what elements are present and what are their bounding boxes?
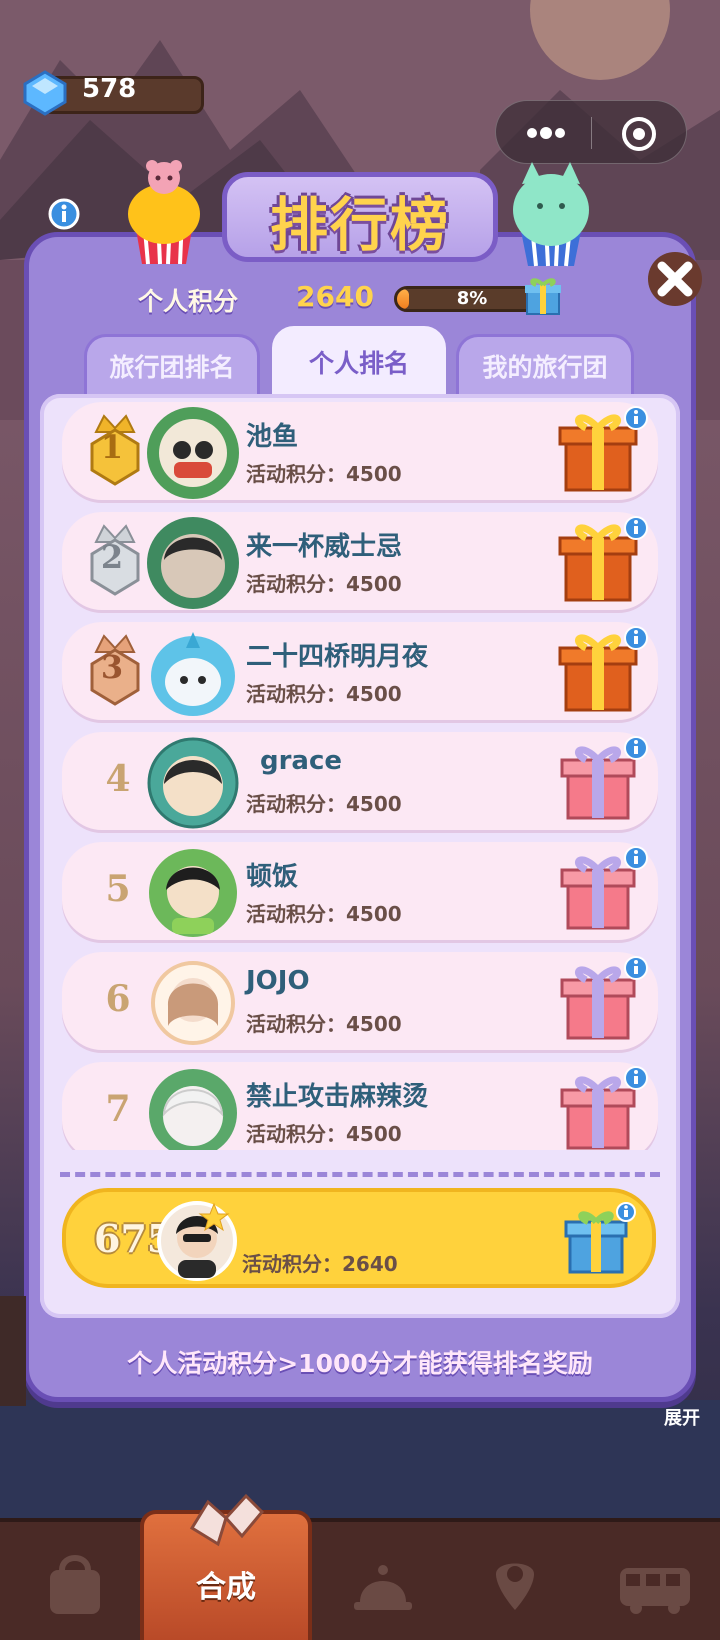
close-icon[interactable] — [646, 250, 704, 308]
page-title: 排行榜 — [269, 191, 450, 259]
ranking-row[interactable]: 4 grace 活动积分：4500 — [62, 732, 658, 830]
avatar[interactable] — [146, 1066, 240, 1150]
my-avatar[interactable] — [156, 1200, 238, 1282]
info-icon[interactable] — [48, 198, 80, 230]
expand-label[interactable]: 展开 — [664, 1404, 700, 1430]
tab-my-team[interactable]: 我的旅行团 — [456, 334, 634, 398]
personal-score-value: 2640 — [296, 280, 374, 313]
cupcake-cat-icon — [513, 162, 589, 267]
player-name: grace — [260, 746, 343, 776]
player-score: 活动积分：4500 — [246, 792, 402, 816]
my-score: 活动积分：2640 — [242, 1252, 398, 1276]
rank-number: 7 — [105, 1088, 131, 1130]
player-name: 顿饭 — [246, 862, 299, 892]
ranking-row[interactable]: 5 顿饭 活动积分：4500 — [62, 842, 658, 940]
nav-compose-label: 合成 — [196, 1570, 256, 1605]
more-icon[interactable] — [524, 123, 568, 143]
my-ranking-row[interactable]: 6755 活动积分：2640 — [62, 1188, 656, 1288]
reward-rule-note: 个人活动积分>1000分才能获得排名奖励 — [127, 1349, 593, 1378]
tab-team-ranking[interactable]: 旅行团排名 — [84, 334, 260, 398]
diamond-icon — [23, 70, 67, 116]
player-score: 活动积分：4500 — [246, 572, 402, 596]
player-name: JOJO — [246, 966, 310, 996]
miniprogram-capsule — [495, 100, 687, 164]
player-score: 活动积分：4500 — [246, 1012, 402, 1036]
ranking-row[interactable]: 1 池鱼 活动积分：4500 — [62, 402, 658, 500]
tab-personal-ranking[interactable]: 个人排名 — [272, 326, 446, 398]
background-shop-sign — [0, 1296, 26, 1406]
player-score: 活动积分：4500 — [246, 682, 402, 706]
my-reward-gift-icon[interactable] — [560, 1202, 636, 1278]
reward-gift-icon[interactable] — [552, 406, 648, 496]
player-name: 池鱼 — [246, 422, 299, 452]
reward-gift-icon[interactable] — [552, 736, 648, 826]
reward-gift-icon[interactable] — [552, 1066, 648, 1150]
reward-gift-icon[interactable] — [552, 516, 648, 606]
rank-number: 2 — [100, 538, 124, 576]
reward-gift-icon[interactable] — [552, 956, 648, 1046]
nav-bell-icon[interactable] — [338, 1540, 428, 1630]
gem-count: 578 — [82, 74, 137, 104]
player-score: 活动积分：4500 — [246, 462, 402, 486]
player-name: 来一杯威士忌 — [246, 532, 403, 562]
gift-icon[interactable] — [522, 274, 564, 316]
player-name: 禁止攻击麻辣烫 — [246, 1082, 429, 1112]
rank-number: 1 — [100, 428, 124, 466]
rank-number: 5 — [105, 868, 131, 910]
ranking-row[interactable]: 6 JOJO 活动积分：4500 — [62, 952, 658, 1050]
player-score: 活动积分：4500 — [246, 902, 402, 926]
player-score: 活动积分：4500 — [246, 1122, 402, 1146]
rank-number: 3 — [100, 648, 124, 686]
avatar[interactable] — [146, 846, 240, 940]
player-name: 二十四桥明月夜 — [246, 642, 429, 672]
capsule-divider — [591, 117, 592, 149]
avatar[interactable] — [146, 516, 240, 610]
personal-score-label: 个人积分 — [138, 287, 239, 316]
reward-gift-icon[interactable] — [552, 846, 648, 936]
ranking-row[interactable]: 7 禁止攻击麻辣烫 活动积分：4500 — [62, 1062, 658, 1150]
avatar[interactable] — [146, 956, 240, 1050]
avatar[interactable] — [146, 736, 240, 830]
nav-compose-icon — [189, 1493, 265, 1547]
avatar[interactable] — [146, 406, 240, 500]
exit-target-icon[interactable] — [620, 115, 658, 153]
reward-gift-icon[interactable] — [552, 626, 648, 716]
list-divider — [60, 1172, 660, 1177]
background-sea — [0, 1400, 720, 1520]
rank-number: 6 — [105, 978, 131, 1020]
ranking-row[interactable]: 3 二十四桥明月夜 活动积分：4500 — [62, 622, 658, 720]
avatar[interactable] — [146, 626, 240, 720]
nav-bus-icon[interactable] — [610, 1540, 700, 1630]
ranking-row[interactable]: 2 来一杯威士忌 活动积分：4500 — [62, 512, 658, 610]
cupcake-bear-icon — [128, 160, 200, 265]
rank-number: 4 — [105, 758, 131, 800]
nav-bag-icon[interactable] — [30, 1540, 120, 1630]
ranking-list[interactable]: 1 池鱼 活动积分：4500 2 来一杯威士忌 活动积分：4500 3 二十四桥… — [56, 402, 664, 1150]
nav-map-pin-icon[interactable] — [470, 1540, 560, 1630]
